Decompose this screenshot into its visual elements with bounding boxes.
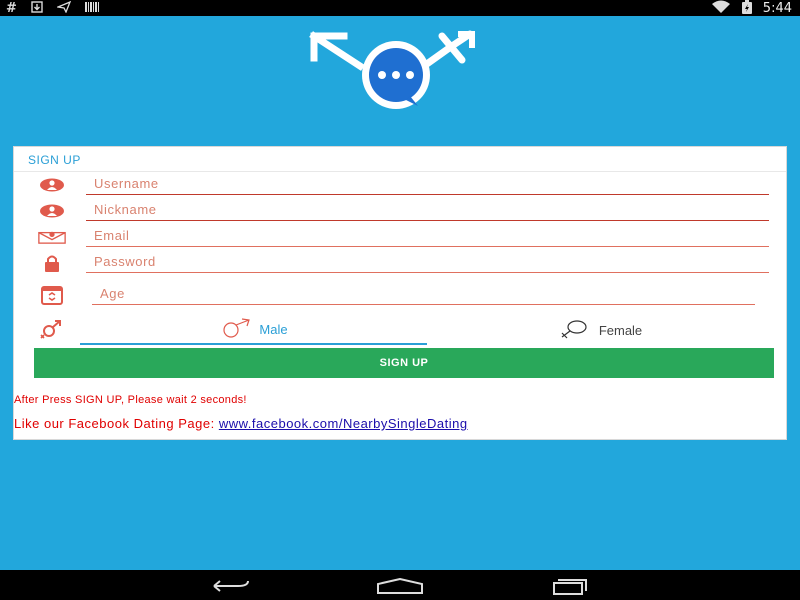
email-input[interactable]: Email xyxy=(86,225,769,247)
age-input[interactable]: Age xyxy=(92,283,755,305)
lock-icon xyxy=(38,253,66,273)
facebook-link[interactable]: www.facebook.com/NearbySingleDating xyxy=(219,416,468,431)
male-icon xyxy=(219,317,251,341)
mail-icon xyxy=(38,227,66,247)
facebook-text: Like our Facebook Dating Page: xyxy=(14,416,219,431)
tab-female[interactable]: Female xyxy=(427,315,774,345)
hash-icon: # xyxy=(6,1,17,16)
recents-icon[interactable] xyxy=(546,576,594,596)
send-icon xyxy=(55,0,72,16)
status-bar-system: 5:44 xyxy=(711,0,792,17)
wifi-icon xyxy=(711,0,731,17)
username-input[interactable]: Username xyxy=(86,173,769,195)
wait-note: After Press SIGN UP, Please wait 2 secon… xyxy=(14,394,247,406)
status-bar: # 5:44 xyxy=(0,0,800,16)
username-row: Username xyxy=(14,173,786,197)
signup-card: SIGN UP Username Nickname Email Password… xyxy=(13,146,787,440)
user-icon xyxy=(38,175,66,195)
signup-button[interactable]: SIGN UP xyxy=(34,348,774,378)
tab-male[interactable]: Male xyxy=(80,315,427,345)
gender-selector: Male Female xyxy=(14,315,786,345)
app-logo xyxy=(302,26,482,110)
password-row: Password xyxy=(14,251,786,275)
user-icon xyxy=(38,201,66,221)
back-icon[interactable] xyxy=(206,576,254,596)
battery-icon xyxy=(741,0,753,17)
calendar-icon xyxy=(38,285,66,305)
tab-female-label: Female xyxy=(598,322,643,338)
nickname-row: Nickname xyxy=(14,199,786,223)
password-input[interactable]: Password xyxy=(86,251,769,273)
home-icon[interactable] xyxy=(376,576,424,596)
facebook-promo: Like our Facebook Dating Page: www.faceb… xyxy=(14,416,468,431)
age-row: Age xyxy=(14,283,786,307)
status-bar-notifications: # xyxy=(6,0,99,16)
gender-icon xyxy=(40,319,66,344)
divider xyxy=(14,171,786,172)
clock: 5:44 xyxy=(762,0,792,16)
navigation-bar xyxy=(0,570,800,600)
barcode-icon xyxy=(84,1,99,16)
female-icon xyxy=(559,319,591,342)
email-row: Email xyxy=(14,225,786,249)
nickname-input[interactable]: Nickname xyxy=(86,199,769,221)
tab-male-label: Male xyxy=(259,321,288,337)
download-icon xyxy=(31,1,43,16)
form-title: SIGN UP xyxy=(28,153,81,167)
